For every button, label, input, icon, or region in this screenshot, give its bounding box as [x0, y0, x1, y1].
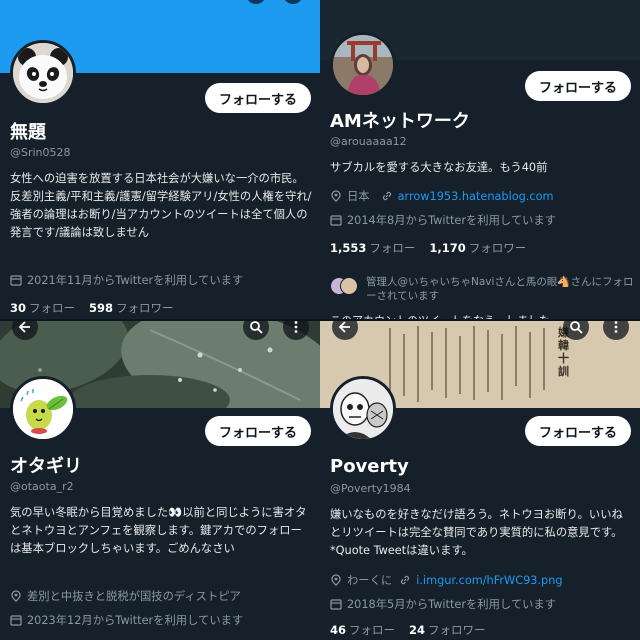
top-icon-stub: [246, 0, 266, 4]
calendar-icon: [10, 275, 22, 286]
sketch-avatar-image: [333, 379, 393, 439]
more-vertical-icon: [294, 321, 298, 333]
location-text: 差別と中抜きと脱税が国技のディストピア: [27, 590, 241, 603]
follow-stats: 1,553 フォロー 1,170 フォロワー: [330, 240, 526, 256]
profile-handle: @Srin0528: [10, 146, 71, 159]
profile-name: オタギリ: [10, 456, 82, 477]
profile-bio: 女性への迫害を放置する日本社会が大嫌いな一介の市民。反差別主義/平和主義/護憲/…: [10, 172, 312, 239]
website-link[interactable]: i.imgur.com/hFrWC93.png: [416, 574, 562, 587]
location-row: 差別と中抜きと脱税が国技のディストピア: [10, 588, 241, 604]
location-pin-icon: [331, 574, 341, 586]
following-label: フォロー: [369, 241, 416, 255]
follow-button[interactable]: フォローする: [525, 71, 632, 101]
calendar-icon: [330, 215, 342, 226]
following-count[interactable]: 46 フォロー: [330, 622, 395, 638]
panda-avatar-image: [13, 43, 73, 103]
profile-name: 無題: [10, 122, 46, 143]
top-icon-stub: [283, 0, 303, 4]
follow-button[interactable]: フォローする: [525, 416, 632, 446]
following-label: フォロー: [29, 301, 76, 315]
cartoon-avatar-image: [13, 379, 73, 439]
followers-count[interactable]: 1,170 フォロワー: [429, 240, 526, 256]
profile-name: AMネットワーク: [330, 111, 470, 132]
profile-panel-4: 嫌韓十訓 フォローする Poverty @Poverty1984 嫌いなものを好…: [320, 320, 640, 640]
followed-by-avatars: [330, 275, 360, 297]
search-icon: [250, 321, 263, 334]
location-link-row: 日本 arrow1953.hatenablog.com: [330, 188, 554, 204]
profile-panel-2: フォローする AMネットワーク @arouaaaa12 サブカルを愛する大きなお…: [320, 0, 640, 320]
profile-name: Poverty: [330, 456, 409, 477]
back-arrow-icon: [18, 321, 30, 333]
location-text: わーくに: [347, 574, 393, 587]
following-count[interactable]: 30 フォロー: [10, 300, 75, 316]
follow-stats: 46 フォロー 24 フォロワー: [330, 622, 486, 638]
profile-handle: @Poverty1984: [330, 482, 411, 495]
follow-stats: 30 フォロー 598 フォロワー: [10, 300, 174, 316]
photo-avatar-image: [333, 35, 393, 95]
joined-text: 2014年8月からTwitterを利用しています: [347, 214, 557, 227]
followers-label: フォロワー: [428, 623, 486, 637]
following-number: 46: [330, 623, 347, 637]
joined-date: 2018年5月からTwitterを利用しています: [330, 596, 556, 612]
location-link-row: わーくに i.imgur.com/hFrWC93.png: [330, 572, 563, 588]
joined-date: 2023年12月からTwitterを利用しています: [10, 612, 243, 628]
more-vertical-icon: [614, 321, 618, 333]
profile-panel-1: フォローする 無題 @Srin0528 女性への迫害を放置する日本社会が大嫌いな…: [0, 0, 320, 320]
followed-by-row[interactable]: 管理人@いちゃいちゃNaviさんと馬の眼🐴さんにフォローされています: [330, 275, 635, 303]
calendar-icon: [330, 599, 342, 610]
profile-bio: 気の早い冬眠から目覚めました👀以前と同じように害オタとネトウヨとアンフェを観察し…: [10, 506, 307, 555]
avatar[interactable]: [10, 376, 76, 442]
mutual-avatar: [340, 277, 358, 295]
profile-bio: 嫌いなものを好きなだけ語ろう。ネトウヨお断り。いいねとリツイートは完全な賛同であ…: [330, 508, 623, 557]
link-icon: [401, 575, 410, 585]
profile-panel-3: フォローする オタギリ @otaota_r2 気の早い冬眠から目覚めました👀以前…: [0, 320, 320, 640]
following-number: 30: [10, 301, 27, 315]
back-arrow-icon: [338, 321, 350, 333]
followers-label: フォロワー: [116, 301, 174, 315]
website-link[interactable]: arrow1953.hatenablog.com: [398, 190, 554, 203]
following-count[interactable]: 1,553 フォロー: [330, 240, 415, 256]
grid-divider: [0, 319, 640, 321]
location-pin-icon: [331, 190, 341, 202]
joined-text: 2018年5月からTwitterを利用しています: [347, 598, 557, 611]
followers-number: 1,170: [429, 241, 466, 255]
followers-count[interactable]: 24 フォロワー: [409, 622, 486, 638]
search-icon: [570, 321, 583, 334]
avatar[interactable]: [330, 376, 396, 442]
link-icon: [382, 191, 391, 201]
following-label: フォロー: [349, 623, 396, 637]
avatar[interactable]: [330, 32, 396, 98]
joined-text: 2021年11月からTwitterを利用しています: [27, 274, 244, 287]
followed-by-text: 管理人@いちゃいちゃNaviさんと馬の眼🐴さんにフォローされています: [366, 276, 634, 302]
joined-date: 2014年8月からTwitterを利用しています: [330, 212, 556, 228]
follow-button[interactable]: フォローする: [205, 416, 312, 446]
avatar[interactable]: [10, 40, 76, 106]
joined-text: 2023年12月からTwitterを利用しています: [27, 614, 244, 627]
followers-number: 598: [89, 301, 114, 315]
profile-handle: @otaota_r2: [10, 480, 74, 493]
joined-date: 2021年11月からTwitterを利用しています: [10, 272, 243, 288]
location-text: 日本: [347, 190, 370, 203]
profile-handle: @arouaaaa12: [330, 135, 407, 148]
follow-button[interactable]: フォローする: [205, 83, 312, 113]
following-number: 1,553: [330, 241, 367, 255]
followers-count[interactable]: 598 フォロワー: [89, 300, 174, 316]
calendar-icon: [10, 615, 22, 626]
profile-bio: サブカルを愛する大きなお友達。もう40前: [330, 161, 548, 174]
followers-label: フォロワー: [468, 241, 527, 255]
followers-number: 24: [409, 623, 426, 637]
location-pin-icon: [11, 590, 21, 602]
